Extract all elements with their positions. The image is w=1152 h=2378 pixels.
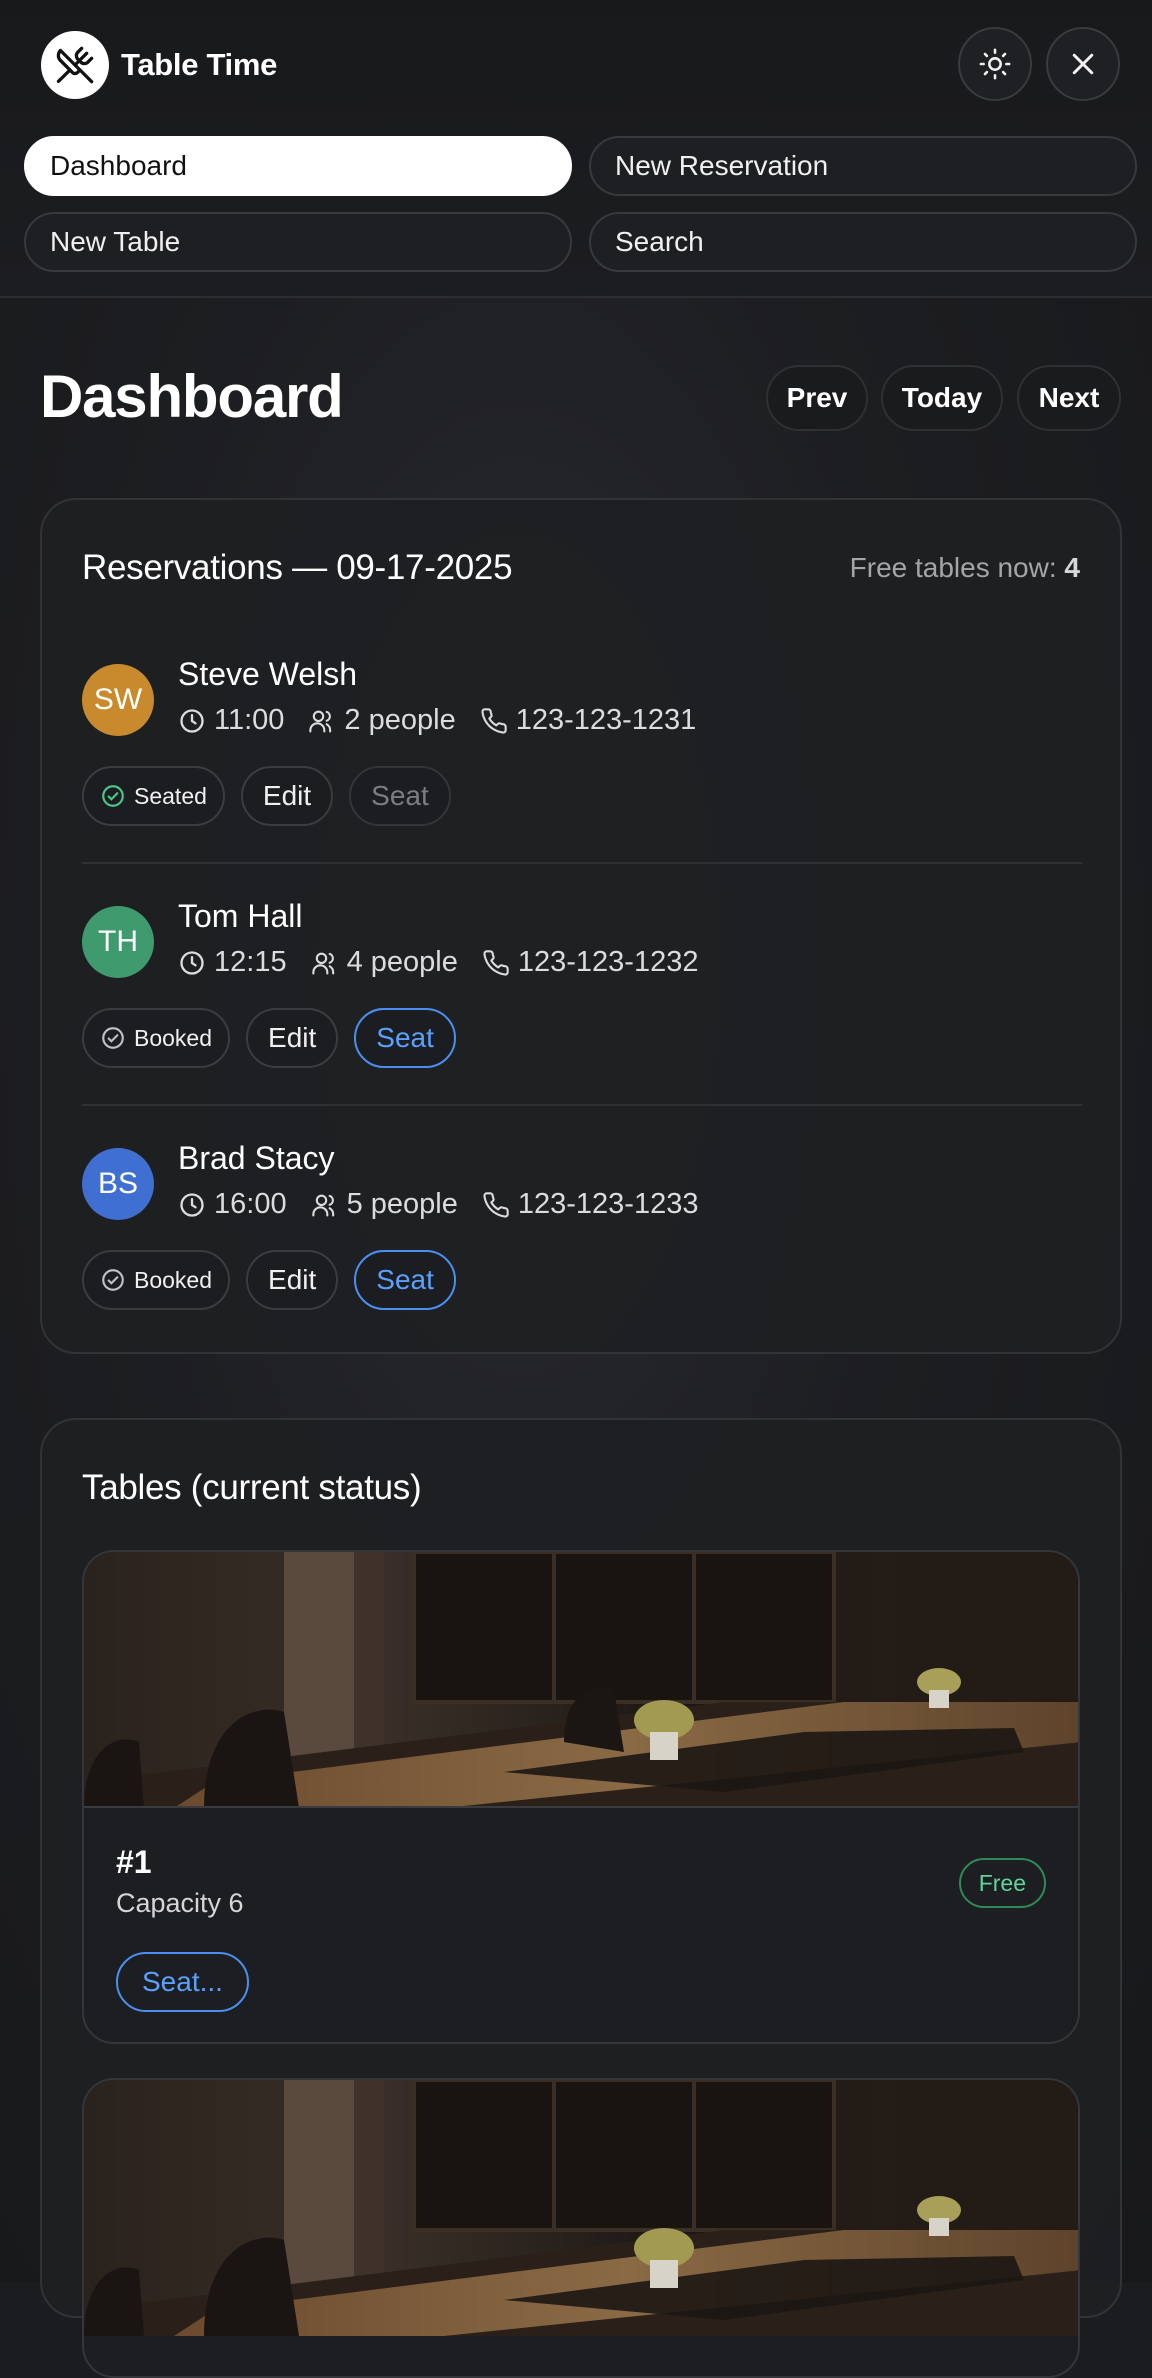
party-size: 5 people [346,1188,458,1220]
status-badge: Booked [82,1250,231,1310]
users-icon [311,952,334,975]
check-circle-icon [102,785,124,807]
guest-name: Tom Hall [178,898,303,934]
status-badge: Seated [82,766,225,826]
brand[interactable]: Table Time [41,31,277,99]
phone-number: 123-123-1233 [517,1188,699,1220]
clock-icon [180,1192,204,1217]
guest-name: Brad Stacy [178,1140,335,1176]
reservation-meta: 12:15 4 people 123-123-1232 [178,946,722,979]
status-label: Seated [134,782,207,809]
reservations-title: Reservations — 09-17-2025 [82,548,513,587]
phone-icon [483,1191,509,1218]
table-card [82,2078,1080,2378]
free-tables-label: Free tables now: [849,552,1057,583]
seat-button[interactable]: Seat [349,766,451,826]
seat-table-button[interactable]: Seat... [116,1952,249,2012]
free-tables-value: 4 [1064,552,1080,583]
reservation-time: 12:15 [214,946,287,978]
app-header: Table Time Dashboard New Reservation New… [0,0,1152,298]
next-day-button[interactable]: Next [1017,365,1121,431]
avatar: BS [82,1148,154,1220]
reservation-item: SW Steve Welsh 11:00 2 people 123-123-12… [82,622,1082,864]
tables-card: Tables (current status) #1 Capacity 6 Fr… [40,1418,1122,2378]
theme-toggle-button[interactable] [958,27,1032,101]
check-circle-icon [102,1269,124,1291]
table-photo [84,2080,1078,2376]
check-circle-icon [102,1027,124,1049]
seat-button[interactable]: Seat [354,1250,456,1310]
reservations-card: Reservations — 09-17-2025 Free tables no… [40,498,1122,1354]
table-card: #1 Capacity 6 Free Seat... [82,1550,1080,2044]
clock-icon [180,708,204,733]
edit-button[interactable]: Edit [246,1008,339,1068]
users-icon [311,1194,334,1217]
seat-button[interactable]: Seat [354,1008,456,1068]
edit-button[interactable]: Edit [246,1250,339,1310]
tables-title: Tables (current status) [82,1468,422,1507]
prev-day-button[interactable]: Prev [766,365,868,431]
nav-dashboard[interactable]: Dashboard [24,136,572,196]
avatar: SW [82,664,154,736]
table-number: #1 [116,1844,152,1880]
guest-name: Steve Welsh [178,656,358,692]
status-badge: Booked [82,1008,231,1068]
utensils-crossed-icon [41,31,109,99]
reservation-meta: 11:00 2 people 123-123-1231 [178,704,720,737]
nav-new-reservation[interactable]: New Reservation [589,136,1137,196]
phone-number: 123-123-1232 [517,946,699,978]
close-icon [1072,53,1094,75]
phone-icon [483,949,509,976]
phone-number: 123-123-1231 [515,704,697,736]
edit-button[interactable]: Edit [240,766,334,826]
phone-icon [481,707,507,734]
app-name: Table Time [121,47,278,82]
reservation-meta: 16:00 5 people 123-123-1233 [178,1188,722,1221]
nav-search[interactable]: Search [589,212,1137,272]
free-tables-count: Free tables now: 4 [850,552,1080,584]
sun-icon [979,48,1011,80]
status-label: Booked [134,1266,213,1293]
party-size: 4 people [346,946,458,978]
close-button[interactable] [1046,27,1120,101]
users-icon [309,710,332,733]
reservation-time: 11:00 [214,704,285,736]
reservation-time: 16:00 [214,1188,287,1220]
status-label: Booked [134,1024,213,1051]
page-title: Dashboard [40,363,344,430]
table-capacity: Capacity 6 [116,1888,244,1918]
clock-icon [180,950,204,975]
status-badge: Free [958,1858,1046,1908]
table-photo [84,1552,1078,1808]
reservation-item: TH Tom Hall 12:15 4 people 123-123-1232 … [82,864,1082,1106]
avatar: TH [82,906,154,978]
nav-new-table[interactable]: New Table [24,212,572,272]
reservation-item: BS Brad Stacy 16:00 5 people 123-123-123… [82,1106,1082,1348]
today-button[interactable]: Today [881,365,1003,431]
party-size: 2 people [344,704,456,736]
